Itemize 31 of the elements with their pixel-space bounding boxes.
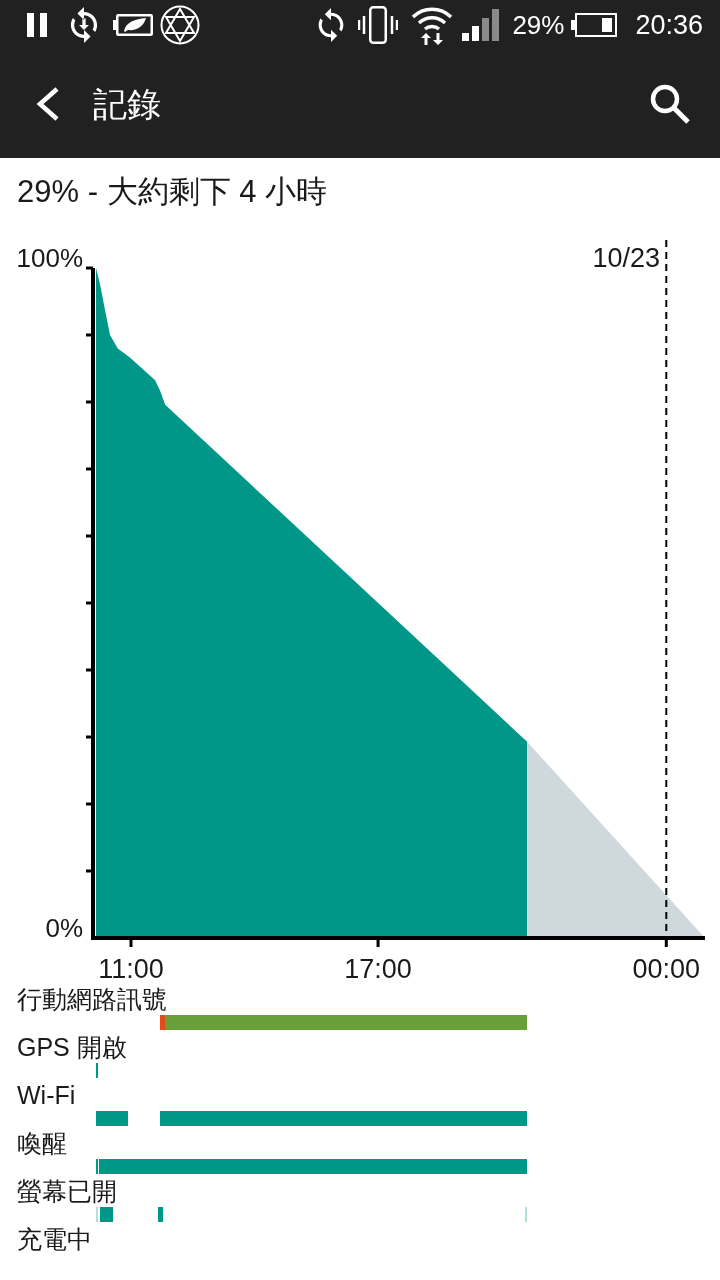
- battery-percent: 29%: [512, 10, 565, 40]
- axis-label: 17:00: [344, 954, 412, 984]
- battery-summary: 29% - 大約剩下 4 小時: [17, 174, 328, 209]
- timeline-segment: [158, 1207, 164, 1222]
- app-bar-title: 記錄: [93, 84, 161, 124]
- timeline-segment: [96, 1207, 98, 1222]
- search-icon: [649, 83, 691, 125]
- star-circle-icon: [160, 5, 200, 45]
- axis-label: 0%: [45, 913, 83, 943]
- timeline-label: 喚醒: [16, 1129, 67, 1158]
- timeline-segment: [96, 1111, 129, 1126]
- battery-icon: [571, 12, 618, 38]
- timeline-label: GPS 開啟: [16, 1033, 127, 1062]
- axis-label: 00:00: [632, 954, 701, 984]
- status-time: 20:36: [635, 10, 703, 40]
- timeline-segment: [525, 1207, 528, 1222]
- chevron-left-icon: [34, 87, 60, 121]
- vibrate-icon: [358, 6, 399, 44]
- timeline-label: Wi-Fi: [16, 1081, 76, 1110]
- timeline-label: 充電中: [16, 1225, 92, 1254]
- axis-label: 100%: [16, 243, 83, 273]
- battery-leaf-icon: [113, 11, 153, 39]
- date-label: 10/23: [592, 243, 660, 273]
- pause-icon: [27, 13, 47, 37]
- axis-label: 11:00: [98, 954, 164, 984]
- wifi-icon: [411, 5, 454, 45]
- timeline-segment: [96, 1063, 98, 1078]
- timeline-label: 螢幕已開: [16, 1177, 117, 1206]
- search-button[interactable]: [648, 82, 692, 126]
- timeline-label: 行動網路訊號: [16, 985, 167, 1014]
- timeline-segment: [100, 1207, 113, 1222]
